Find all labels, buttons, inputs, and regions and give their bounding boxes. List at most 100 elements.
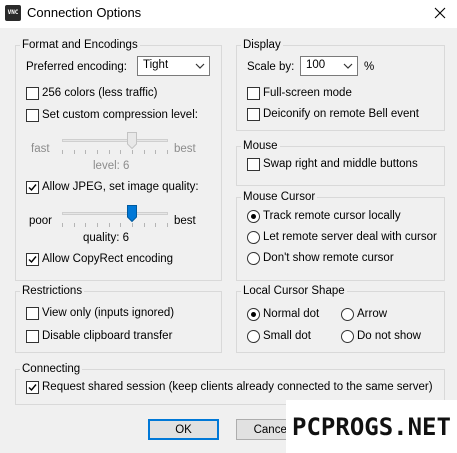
quality-slider[interactable]: [62, 203, 168, 233]
slider-tick: [155, 223, 156, 227]
slider-tick: [85, 223, 86, 227]
chevron-down-icon: [343, 63, 353, 69]
slider-tick: [62, 150, 63, 154]
small-dot-radio[interactable]: [247, 330, 260, 343]
quality-slider-track: [62, 212, 168, 215]
compression-level-text: level: 6: [93, 160, 130, 172]
copyrect-label: Allow CopyRect encoding: [42, 253, 174, 265]
preferred-encoding-select[interactable]: Tight: [137, 56, 210, 76]
group-label-connecting: Connecting: [20, 362, 83, 376]
local-cursor-group: Local Cursor Shape Normal dot Arrow Smal…: [236, 284, 445, 353]
dialog-body: Format and Encodings Preferred encoding:…: [0, 28, 457, 453]
track-cursor-radio[interactable]: [247, 210, 260, 223]
quality-poor-label: poor: [29, 215, 53, 227]
slider-tick: [109, 223, 110, 227]
shared-session-checkbox[interactable]: [26, 381, 39, 394]
slider-tick: [74, 150, 75, 154]
scale-label: Scale by:: [247, 61, 295, 73]
chevron-down-icon: [195, 63, 205, 69]
group-label-display: Display: [241, 38, 283, 52]
compression-slider[interactable]: [62, 130, 168, 160]
slider-tick: [167, 223, 168, 227]
colors-256-checkbox[interactable]: [26, 87, 39, 100]
slider-tick: [85, 150, 86, 154]
quality-level-text: quality: 6: [83, 232, 130, 244]
slider-tick: [97, 150, 98, 154]
view-only-checkbox[interactable]: [26, 307, 39, 320]
server-cursor-radio[interactable]: [247, 231, 260, 244]
ok-button[interactable]: OK: [148, 419, 219, 440]
radio-selected-dot: [251, 312, 256, 317]
group-label-restrictions: Restrictions: [20, 284, 85, 298]
close-icon: [434, 7, 446, 19]
slider-tick: [132, 150, 133, 154]
mouse-cursor-group: Mouse Cursor Track remote cursor locally…: [236, 190, 445, 281]
disable-clipboard-checkbox[interactable]: [26, 330, 39, 343]
allow-jpeg-label: Allow JPEG, set image quality:: [42, 181, 199, 193]
small-dot-label: Small dot: [263, 330, 311, 342]
hide-cursor-label: Don't show remote cursor: [263, 252, 394, 264]
group-label-format: Format and Encodings: [20, 38, 140, 52]
scale-value: 100: [306, 59, 326, 71]
compression-slider-track: [62, 139, 168, 142]
slider-tick: [144, 150, 145, 154]
slider-tick: [144, 223, 145, 227]
normal-dot-label: Normal dot: [263, 308, 320, 320]
vnc-app-icon: VNC: [5, 5, 21, 21]
custom-compression-label: Set custom compression level:: [42, 109, 198, 121]
custom-compression-checkbox[interactable]: [26, 109, 39, 122]
compression-best-label: best: [174, 143, 196, 155]
server-cursor-label: Let remote server deal with cursor: [263, 231, 437, 243]
copyrect-checkbox[interactable]: [26, 253, 39, 266]
scale-unit: %: [364, 61, 375, 73]
window-title: Connection Options: [27, 5, 142, 20]
restrictions-group: Restrictions View only (inputs ignored) …: [15, 284, 222, 353]
allow-jpeg-checkbox[interactable]: [26, 181, 39, 194]
preferred-encoding-label: Preferred encoding:: [26, 61, 128, 73]
display-group: Display Scale by: 100 % Full-screen mode…: [236, 38, 445, 131]
colors-256-label: 256 colors (less traffic): [42, 87, 158, 99]
checkmark-icon: [28, 256, 37, 264]
swap-buttons-label: Swap right and middle buttons: [263, 158, 418, 170]
compression-slider-thumb[interactable]: [127, 132, 137, 149]
fullscreen-label: Full-screen mode: [263, 87, 352, 99]
slider-tick: [74, 223, 75, 227]
slider-tick: [155, 150, 156, 154]
disable-clipboard-label: Disable clipboard transfer: [42, 330, 173, 342]
watermark-text: PCPROGS.NET: [292, 412, 451, 441]
quality-slider-thumb[interactable]: [127, 205, 137, 222]
fullscreen-checkbox[interactable]: [247, 87, 260, 100]
mouse-group: Mouse Swap right and middle buttons: [236, 139, 445, 186]
group-label-mouse: Mouse: [241, 139, 280, 153]
swap-buttons-checkbox[interactable]: [247, 158, 260, 171]
do-not-show-label: Do not show: [357, 330, 421, 342]
watermark-logo: PCPROGS.NET: [286, 400, 457, 453]
arrow-label: Arrow: [357, 308, 388, 320]
scale-select[interactable]: 100: [300, 56, 358, 76]
normal-dot-radio[interactable]: [247, 308, 260, 321]
radio-selected-dot: [251, 214, 256, 219]
preferred-encoding-value: Tight: [143, 59, 169, 71]
hide-cursor-radio[interactable]: [247, 252, 260, 265]
slider-tick: [167, 150, 168, 154]
do-not-show-radio[interactable]: [341, 330, 354, 343]
slider-tick: [132, 223, 133, 227]
format-encodings-group: Format and Encodings Preferred encoding:…: [15, 38, 222, 281]
title-bar: VNC Connection Options: [0, 0, 457, 28]
checkmark-icon: [28, 184, 37, 192]
deiconify-checkbox[interactable]: [247, 108, 260, 121]
slider-tick: [62, 223, 63, 227]
shared-session-label: Request shared session (keep clients alr…: [42, 381, 433, 393]
group-label-mouse-cursor: Mouse Cursor: [241, 190, 318, 204]
track-cursor-label: Track remote cursor locally: [263, 210, 401, 222]
arrow-radio[interactable]: [341, 308, 354, 321]
slider-tick: [97, 223, 98, 227]
slider-tick: [109, 150, 110, 154]
quality-best-label: best: [174, 215, 196, 227]
deiconify-label: Deiconify on remote Bell event: [263, 108, 419, 120]
checkmark-icon: [28, 384, 37, 392]
compression-fast-label: fast: [31, 143, 50, 155]
slider-tick: [120, 150, 121, 154]
view-only-label: View only (inputs ignored): [42, 307, 175, 319]
close-button[interactable]: [427, 1, 453, 25]
